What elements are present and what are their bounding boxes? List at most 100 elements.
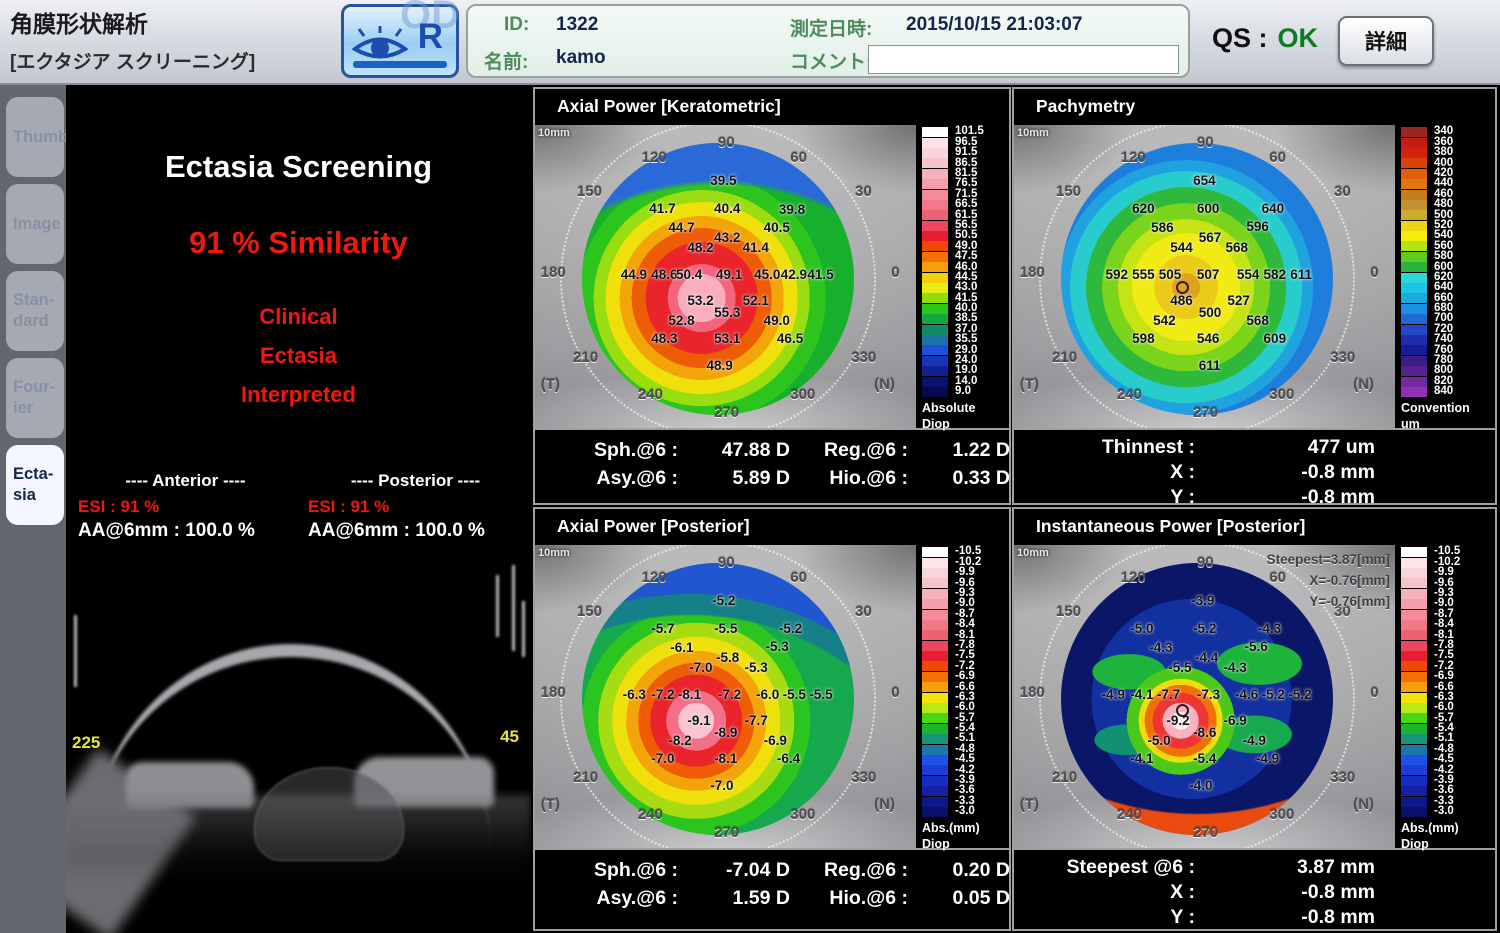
map-value-label: -6.9 xyxy=(1224,713,1247,728)
stat-value: -0.8 mm xyxy=(1301,905,1375,929)
classification-line: Ectasia xyxy=(66,336,531,375)
steepest-marker-icon xyxy=(1176,704,1189,717)
id-label: ID: xyxy=(504,14,529,36)
scale-swatch xyxy=(922,366,948,376)
map-value-label: 546 xyxy=(1197,331,1220,346)
classification-list: ClinicalEctasiaInterpreted xyxy=(66,297,531,414)
scale-swatch xyxy=(1401,589,1427,599)
panel-pachymetry: Pachymetry 10mm 901206015030180021033024… xyxy=(1012,87,1497,505)
sidebar-tab[interactable]: Ecta- sia xyxy=(6,445,64,525)
scale-rows: 340 360 380 xyxy=(1401,127,1493,397)
map-value-label: 592 xyxy=(1105,267,1128,282)
scale-caption: Abs.(mm) Diop xyxy=(1401,820,1493,853)
map-value-label: 598 xyxy=(1132,331,1155,346)
scale-swatch xyxy=(922,568,948,578)
map-value-label: -9.1 xyxy=(687,713,710,728)
scale-swatch xyxy=(1401,578,1427,588)
posterior-esi-block: ---- Posterior ---- ESI : 91 % AA@6mm : … xyxy=(308,471,523,542)
sidebar-tab[interactable]: Thumb xyxy=(6,97,64,177)
panel-instantaneous-posterior: Instantaneous Power [Posterior] 10mm Ste… xyxy=(1012,507,1497,931)
map-value-label: -8.1 xyxy=(714,751,737,766)
posterior-aa: AA@6mm : 100.0 % xyxy=(308,520,523,542)
scale-swatch xyxy=(922,724,948,734)
scale-swatch xyxy=(1401,568,1427,578)
scale-swatch xyxy=(922,755,948,765)
scale-rows: -10.5 -10.2 -9.9 xyxy=(1401,547,1493,817)
eye-photo: 10mm Steepest=3.87[mm]X=-0.76[mm]Y=-0.76… xyxy=(1014,545,1395,848)
sidebar-tab[interactable]: Image xyxy=(6,184,64,264)
scale-swatch xyxy=(1401,765,1427,775)
map-value-label: 48.9 xyxy=(706,358,732,373)
map-annotations: Steepest=3.87[mm]X=-0.76[mm]Y=-0.76[mm] xyxy=(1267,550,1390,613)
scale-swatch xyxy=(1401,620,1427,630)
scale-swatch xyxy=(922,807,948,817)
map-value-label: 568 xyxy=(1246,313,1269,328)
scale-swatch xyxy=(1401,314,1427,324)
scale-value: -3.0 xyxy=(955,806,975,818)
scale-swatch xyxy=(922,776,948,786)
stat-value: 1.22 D xyxy=(953,439,1010,462)
map-value-label: -5.2 xyxy=(1193,621,1216,636)
scale-swatch xyxy=(922,148,948,158)
stats-area: Steepest @6 : 3.87 mm X : -0.8 mm Y : -0… xyxy=(1014,848,1495,929)
stat-label: Hio.@6 : xyxy=(829,467,908,490)
stat-label: Y : xyxy=(1170,905,1195,929)
map-annotation: Y=-0.76[mm] xyxy=(1267,592,1390,613)
scale-caption: Abs.(mm) Diop xyxy=(922,820,1007,853)
posterior-esi: ESI : 91 % xyxy=(308,497,523,517)
scale-swatch xyxy=(1401,599,1427,609)
map-value-label: 542 xyxy=(1153,313,1176,328)
map-value-label: 50.4 xyxy=(676,267,702,282)
sidebar-tab[interactable]: Four- ier xyxy=(6,358,64,438)
sidebar-tabs: Thumb Image Stan- dard Four- ier Ecta- s… xyxy=(0,85,66,525)
map-value-label: -7.3 xyxy=(1197,687,1220,702)
eye-photo: 10mm 9012060150301800210330240300270(T)(… xyxy=(1014,125,1395,428)
detail-button[interactable]: 詳細 xyxy=(1338,16,1434,66)
map-value-label: -4.1 xyxy=(1130,687,1153,702)
map-value-label: -5.2 xyxy=(712,593,735,608)
scale-swatch xyxy=(922,138,948,148)
panel-body: 10mm 9012060150301800210330240300270(T)(… xyxy=(535,545,1009,848)
map-value-label: -8.2 xyxy=(668,733,691,748)
map-value-label: 554 xyxy=(1237,267,1260,282)
map-value-label: -8.6 xyxy=(1193,725,1216,740)
scale-swatch xyxy=(922,335,948,345)
map-value-label: 654 xyxy=(1193,173,1216,188)
scale-swatch xyxy=(1401,558,1427,568)
map-value-label: 52.1 xyxy=(743,293,769,308)
panel-body: 10mm 9012060150301800210330240300270(T)(… xyxy=(535,125,1009,428)
scale-swatch xyxy=(922,599,948,609)
map-value-label: 567 xyxy=(1199,230,1222,245)
map-value-label: 586 xyxy=(1151,220,1174,235)
stat-value: 477 um xyxy=(1308,435,1375,459)
sidebar-tab[interactable]: Stan- dard xyxy=(6,271,64,351)
map-value-label: 40.4 xyxy=(714,201,740,216)
sidebar-tab-label: Stan- dard xyxy=(13,290,54,331)
classification-line: Interpreted xyxy=(66,375,531,414)
stat-label: X : xyxy=(1170,880,1195,904)
scale-swatch xyxy=(922,630,948,640)
map-value-label: 42.9 xyxy=(781,267,807,282)
stat-label: Reg.@6 : xyxy=(824,439,908,462)
map-size-label: 10mm xyxy=(538,547,570,559)
scale-swatch xyxy=(1401,293,1427,303)
scale-swatch xyxy=(922,127,948,137)
map-value-label: 600 xyxy=(1197,201,1220,216)
sidebar-tab-label: Ecta- sia xyxy=(13,464,53,505)
map-annotation: X=-0.76[mm] xyxy=(1267,571,1390,592)
oct-artifact-streak xyxy=(74,615,77,687)
scale-value: -3.0 xyxy=(1434,806,1454,818)
comment-input[interactable] xyxy=(868,45,1179,74)
scale-swatch xyxy=(1401,807,1427,817)
eye-side-button[interactable]: OD R xyxy=(341,4,459,78)
sidebar: Thumb Image Stan- dard Four- ier Ecta- s… xyxy=(0,85,66,933)
stat-value: 0.05 D xyxy=(953,887,1010,910)
map-value-label: 53.1 xyxy=(714,331,740,346)
scale-swatch xyxy=(922,558,948,568)
scale-swatch xyxy=(922,786,948,796)
map-value-label: 507 xyxy=(1197,267,1220,282)
anterior-esi-block: ---- Anterior ---- ESI : 91 % AA@6mm : 1… xyxy=(78,471,293,542)
panel-body: 10mm Steepest=3.87[mm]X=-0.76[mm]Y=-0.76… xyxy=(1014,545,1495,848)
map-value-label: 544 xyxy=(1170,240,1193,255)
color-scale: -10.5 -10.2 -9.9 xyxy=(916,545,1009,848)
